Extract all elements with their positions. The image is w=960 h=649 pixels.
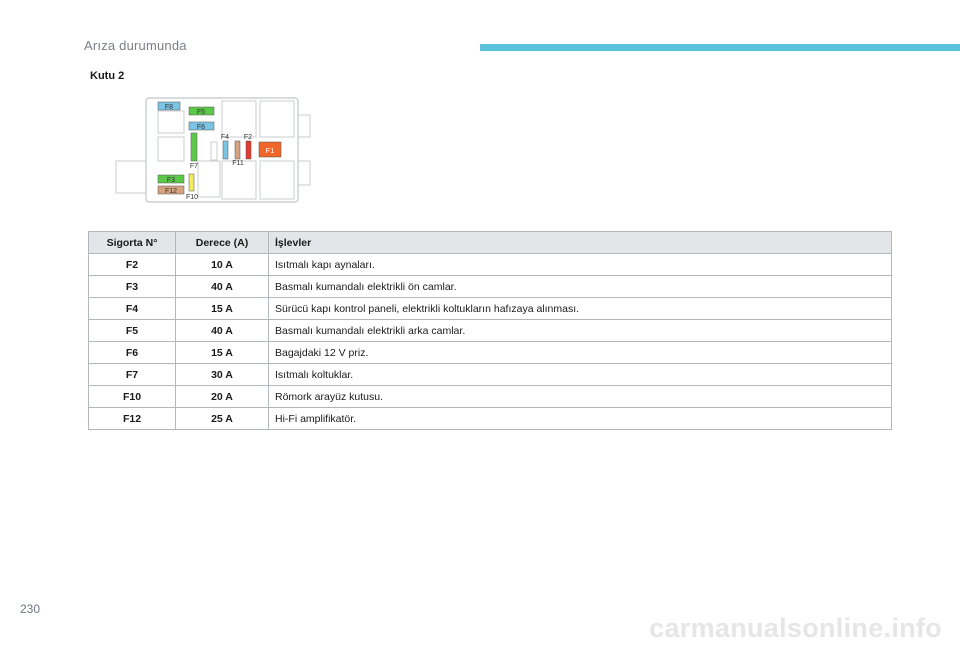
fuse-rating: 40 A [175,319,269,342]
fuse-f7-label: F7 [190,163,198,170]
header-rating: Derece (A) [175,231,269,254]
fuse-f2 [245,140,252,160]
fuse-rating: 10 A [175,253,269,276]
right-tab-top [297,114,311,138]
fuse-f11 [234,140,241,160]
fuse-f3-label: F3 [167,177,175,184]
table-row: F5 40 A Basmalı kumandalı elektrikli ark… [88,319,892,342]
fuse-function: Isıtmalı kapı aynaları. [268,253,892,276]
fuse-number: F12 [88,407,176,430]
fuse-f4-label: F4 [221,134,229,141]
fuse-f8-label: F8 [165,104,173,111]
relay-4 [259,160,295,200]
relay-5 [197,160,221,198]
fuse-function: Basmalı kumandalı elektrikli arka camlar… [268,319,892,342]
watermark: carmanualsonline.info [649,613,942,643]
table-row: F10 20 A Römork arayüz kutusu. [88,385,892,408]
fuse-f2-label: F2 [244,134,252,141]
table-row: F4 15 A Sürücü kapı kontrol paneli, elek… [88,297,892,320]
fuse-function: Bagajdaki 12 V priz. [268,341,892,364]
fuse-f10 [188,173,195,192]
fuse-rating: 15 A [175,297,269,320]
relay-7 [157,110,185,134]
fuse-function: Isıtmalı koltuklar. [268,363,892,386]
table-row: F7 30 A Isıtmalı koltuklar. [88,363,892,386]
header-fuse: Sigorta N° [88,231,176,254]
fuse-rating: 40 A [175,275,269,298]
fuse-number: F5 [88,319,176,342]
box-title: Kutu 2 [90,70,125,82]
fuse-table: Sigorta N° Derece (A) İşlevler F2 10 A I… [88,231,892,430]
fuse-number: F7 [88,363,176,386]
table-row: F6 15 A Bagajdaki 12 V priz. [88,341,892,364]
fuse-rating: 20 A [175,385,269,408]
fuse-f11-label: F11 [232,160,244,167]
page-number: 230 [20,602,41,616]
fuse-function: Römork arayüz kutusu. [268,385,892,408]
fuse-function: Hi-Fi amplifikatör. [268,407,892,430]
table-row: F12 25 A Hi-Fi amplifikatör. [88,407,892,430]
fuse-number: F4 [88,297,176,320]
fuse-function: Sürücü kapı kontrol paneli, elektrikli k… [268,297,892,320]
header-functions: İşlevler [268,231,892,254]
fuse-f5-label: F5 [197,109,205,116]
left-tab [115,160,147,194]
fuse-rating: 30 A [175,363,269,386]
fuse-rating: 15 A [175,341,269,364]
relay-6 [157,136,185,162]
slot-small [210,141,218,161]
fuse-number: F2 [88,253,176,276]
relay-1 [221,100,257,138]
fuse-f12-label: F12 [165,188,177,195]
relay-2 [259,100,295,138]
fuse-f6-label: F6 [197,124,205,131]
fuse-f7 [190,132,198,162]
fuse-f1-label: F1 [266,146,275,155]
table-header-row: Sigorta N° Derece (A) İşlevler [88,231,892,254]
fuse-box-diagram: F8 F5 F6 F7 F4 F11 F2 F1 F3 F12 F10 [115,97,311,203]
fuse-f4 [222,140,229,160]
fuse-number: F3 [88,275,176,298]
fuse-number: F10 [88,385,176,408]
right-tab-bottom [297,160,311,186]
section-title: Arıza durumunda [84,38,187,53]
fuse-function: Basmalı kumandalı elektrikli ön camlar. [268,275,892,298]
header-accent-bar [480,44,960,51]
table-row: F3 40 A Basmalı kumandalı elektrikli ön … [88,275,892,298]
fuse-rating: 25 A [175,407,269,430]
fuse-f10-label: F10 [186,194,198,201]
table-row: F2 10 A Isıtmalı kapı aynaları. [88,253,892,276]
fuse-number: F6 [88,341,176,364]
